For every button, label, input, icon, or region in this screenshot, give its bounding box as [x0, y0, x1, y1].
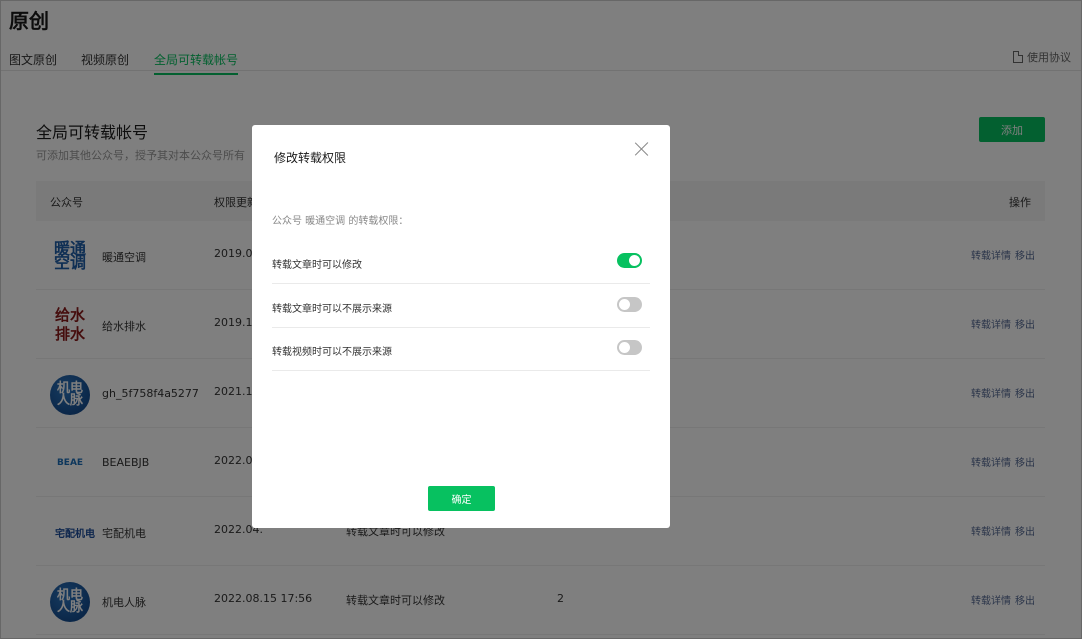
permission-toggle-modify[interactable] — [617, 253, 642, 268]
dialog-description: 公众号 暖通空调 的转载权限： — [272, 216, 409, 227]
permission-row-hide-source-article: 转载文章时可以不展示来源 — [272, 284, 650, 328]
dialog-title: 修改转载权限 — [274, 151, 347, 165]
permission-label: 转载文章时可以不展示来源 — [272, 304, 392, 315]
permission-toggle-hide-source-video[interactable] — [617, 340, 642, 355]
permission-label: 转载文章时可以修改 — [272, 260, 362, 271]
permission-row-hide-source-video: 转载视频时可以不展示来源 — [272, 327, 650, 371]
permission-label: 转载视频时可以不展示来源 — [272, 347, 392, 358]
permission-toggle-hide-source-article[interactable] — [617, 297, 642, 312]
close-icon[interactable] — [634, 141, 650, 157]
confirm-button[interactable]: 确定 — [428, 486, 495, 511]
permission-row-modify: 转载文章时可以修改 — [272, 240, 650, 284]
edit-permission-dialog: 修改转载权限 公众号 暖通空调 的转载权限： 转载文章时可以修改 转载文章时可以… — [252, 125, 670, 528]
